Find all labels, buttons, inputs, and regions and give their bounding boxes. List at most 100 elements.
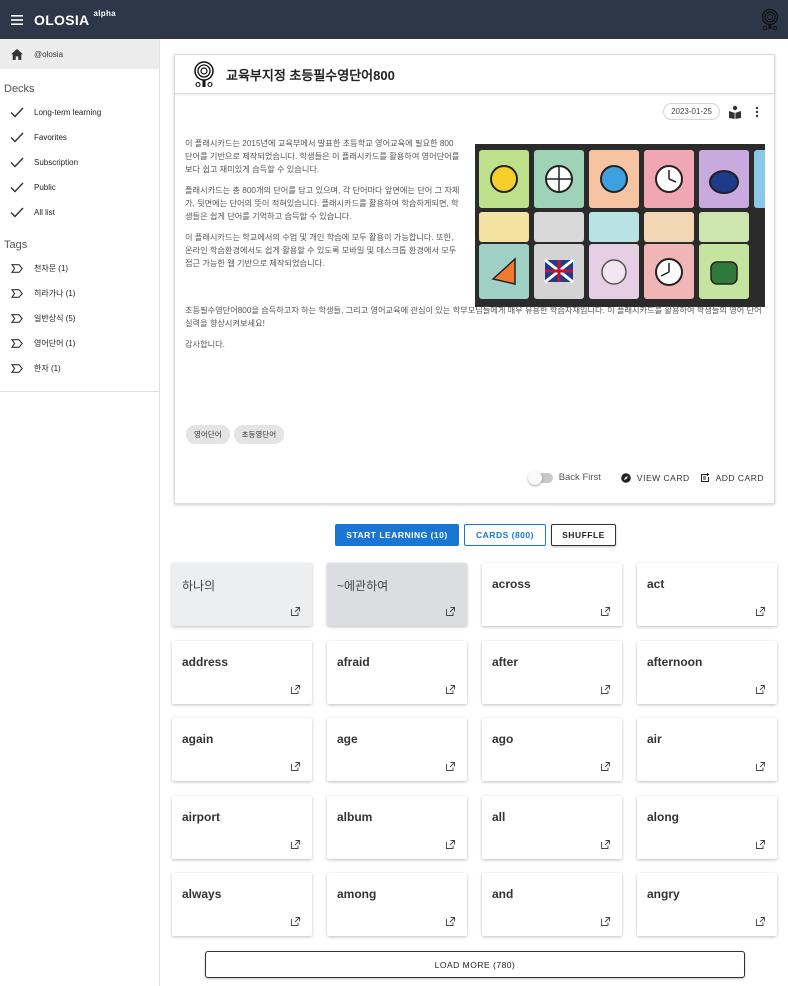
open-in-new-icon[interactable] bbox=[756, 684, 765, 694]
sidebar-item-all-list[interactable]: All list bbox=[0, 200, 159, 225]
deck-description-continued: 초등필수영단어800을 습득하고자 하는 학생들, 그리고 영어교육에 관심이 … bbox=[185, 304, 770, 359]
word-card[interactable]: 하나의 bbox=[172, 563, 312, 626]
open-in-new-icon[interactable] bbox=[291, 917, 300, 926]
sidebar-item-subscription[interactable]: Subscription bbox=[0, 150, 159, 175]
tag-chip[interactable]: 초등영단어 bbox=[233, 425, 285, 444]
word-text: angry bbox=[647, 887, 680, 901]
label-outline-icon bbox=[0, 339, 34, 348]
open-in-new-icon[interactable] bbox=[756, 839, 765, 849]
sidebar-tag-item[interactable]: 일반상식 (5) bbox=[0, 306, 159, 331]
description-paragraph: 플래시카드는 총 800개의 단어를 담고 있으며, 각 단어마다 앞면에는 단… bbox=[185, 186, 460, 221]
open-in-new-icon[interactable] bbox=[291, 607, 300, 616]
word-text: along bbox=[647, 809, 679, 824]
word-text: 하나의 bbox=[182, 579, 216, 593]
word-text: album bbox=[337, 809, 373, 824]
sidebar-tag-label: 한자 (1) bbox=[34, 364, 61, 373]
sidebar-user-item[interactable]: @olosia bbox=[0, 39, 159, 69]
note-add-icon bbox=[700, 472, 709, 482]
open-in-new-icon[interactable] bbox=[291, 762, 300, 771]
sidebar-item-long-term-learning[interactable]: Long-term learning bbox=[0, 100, 159, 125]
label-outline-icon bbox=[0, 364, 34, 373]
word-card[interactable]: address bbox=[172, 640, 312, 704]
open-in-new-icon[interactable] bbox=[601, 607, 610, 616]
deck-logo-icon bbox=[194, 61, 214, 88]
open-in-new-icon[interactable] bbox=[601, 684, 610, 694]
word-text: afternoon bbox=[647, 654, 703, 669]
word-card[interactable]: among bbox=[327, 873, 467, 936]
word-card[interactable]: act bbox=[637, 563, 777, 626]
word-card[interactable]: ~에관하여 bbox=[327, 563, 467, 626]
sidebar-tag-item[interactable]: 히라가나 (1) bbox=[0, 281, 159, 306]
deck-tags: 영어단어 초등영단어 bbox=[186, 425, 288, 444]
word-card[interactable]: and bbox=[482, 873, 622, 936]
word-card[interactable]: again bbox=[172, 718, 312, 781]
word-card[interactable]: album bbox=[327, 795, 467, 859]
description-paragraph: 이 플래시카드는 2015년에 교육부에서 발표한 초등학교 영어교육에 필요한… bbox=[185, 139, 460, 174]
word-card[interactable]: across bbox=[482, 563, 622, 626]
open-in-new-icon[interactable] bbox=[446, 607, 455, 616]
cards-button[interactable]: CARDS (800) bbox=[464, 524, 546, 546]
checkmark-icon bbox=[0, 157, 34, 168]
word-card[interactable]: afternoon bbox=[637, 640, 777, 704]
sidebar-item-label: Public bbox=[34, 183, 56, 192]
menu-icon[interactable] bbox=[0, 0, 34, 39]
sidebar-tag-item[interactable]: 한자 (1) bbox=[0, 356, 159, 381]
shuffle-button[interactable]: SHUFFLE bbox=[551, 524, 616, 546]
home-icon bbox=[0, 48, 34, 60]
word-card[interactable]: always bbox=[172, 873, 312, 936]
word-card[interactable]: air bbox=[637, 718, 777, 781]
open-in-new-icon[interactable] bbox=[756, 917, 765, 926]
word-text: across bbox=[492, 577, 531, 591]
word-card[interactable]: airport bbox=[172, 795, 312, 859]
sidebar-tag-label: 천자문 (1) bbox=[34, 264, 69, 273]
open-in-new-icon[interactable] bbox=[291, 839, 300, 849]
add-card-button[interactable]: ADD CARD bbox=[700, 472, 764, 483]
sidebar-user-label: @olosia bbox=[34, 49, 64, 59]
word-card[interactable]: all bbox=[482, 795, 622, 859]
sidebar-item-label: Subscription bbox=[34, 158, 79, 167]
word-text: among bbox=[337, 887, 377, 901]
word-card[interactable]: angry bbox=[637, 873, 777, 936]
open-in-new-icon[interactable] bbox=[291, 684, 300, 694]
word-card[interactable]: after bbox=[482, 640, 622, 704]
tag-chip[interactable]: 영어단어 bbox=[186, 425, 230, 444]
open-in-new-icon[interactable] bbox=[446, 917, 455, 926]
word-text: always bbox=[182, 887, 222, 901]
brand-superscript: alpha bbox=[93, 8, 116, 18]
decks-heading: Decks bbox=[4, 83, 35, 95]
app-brand[interactable]: OLOSIA alpha bbox=[34, 8, 116, 28]
toggle-knob bbox=[527, 470, 542, 485]
decks-list: Long-term learning Favorites Subscriptio… bbox=[0, 100, 159, 225]
open-in-new-icon[interactable] bbox=[446, 839, 455, 849]
checkmark-icon bbox=[0, 207, 34, 218]
sidebar-item-favorites[interactable]: Favorites bbox=[0, 125, 159, 150]
deck-thumbnail-image bbox=[475, 144, 765, 307]
deck-description: 이 플래시카드는 2015년에 교육부에서 발표한 초등학교 영어교육에 필요한… bbox=[185, 137, 461, 278]
view-card-button[interactable]: VIEW CARD bbox=[621, 473, 690, 483]
word-card[interactable]: along bbox=[637, 795, 777, 859]
more-vert-icon[interactable] bbox=[750, 105, 764, 119]
card-grid: 하나의 ~에관하여 across act address afraid afte… bbox=[172, 563, 777, 936]
sidebar-tag-item[interactable]: 영어단어 (1) bbox=[0, 331, 159, 356]
book-reader-icon[interactable] bbox=[728, 105, 742, 119]
back-first-toggle[interactable] bbox=[527, 470, 553, 485]
word-text: airport bbox=[182, 809, 221, 824]
word-card[interactable]: afraid bbox=[327, 640, 467, 704]
open-in-new-icon[interactable] bbox=[446, 684, 455, 694]
load-more-button[interactable]: LOAD MORE (780) bbox=[205, 951, 745, 978]
word-text: ~에관하여 bbox=[337, 579, 389, 593]
open-in-new-icon[interactable] bbox=[601, 839, 610, 849]
open-in-new-icon[interactable] bbox=[756, 607, 765, 616]
open-in-new-icon[interactable] bbox=[601, 917, 610, 926]
open-in-new-icon[interactable] bbox=[756, 762, 765, 771]
word-text: air bbox=[647, 732, 662, 746]
word-card[interactable]: age bbox=[327, 718, 467, 781]
open-in-new-icon[interactable] bbox=[601, 762, 610, 771]
sidebar-tag-item[interactable]: 천자문 (1) bbox=[0, 256, 159, 281]
open-in-new-icon[interactable] bbox=[446, 762, 455, 771]
tags-list: 천자문 (1) 히라가나 (1) 일반상식 (5) 영어단어 (1) 한자 (1… bbox=[0, 256, 159, 381]
start-learning-button[interactable]: START LEARNING (10) bbox=[335, 524, 459, 546]
sidebar-item-public[interactable]: Public bbox=[0, 175, 159, 200]
word-card[interactable]: ago bbox=[482, 718, 622, 781]
account-logo-icon[interactable] bbox=[758, 7, 782, 31]
